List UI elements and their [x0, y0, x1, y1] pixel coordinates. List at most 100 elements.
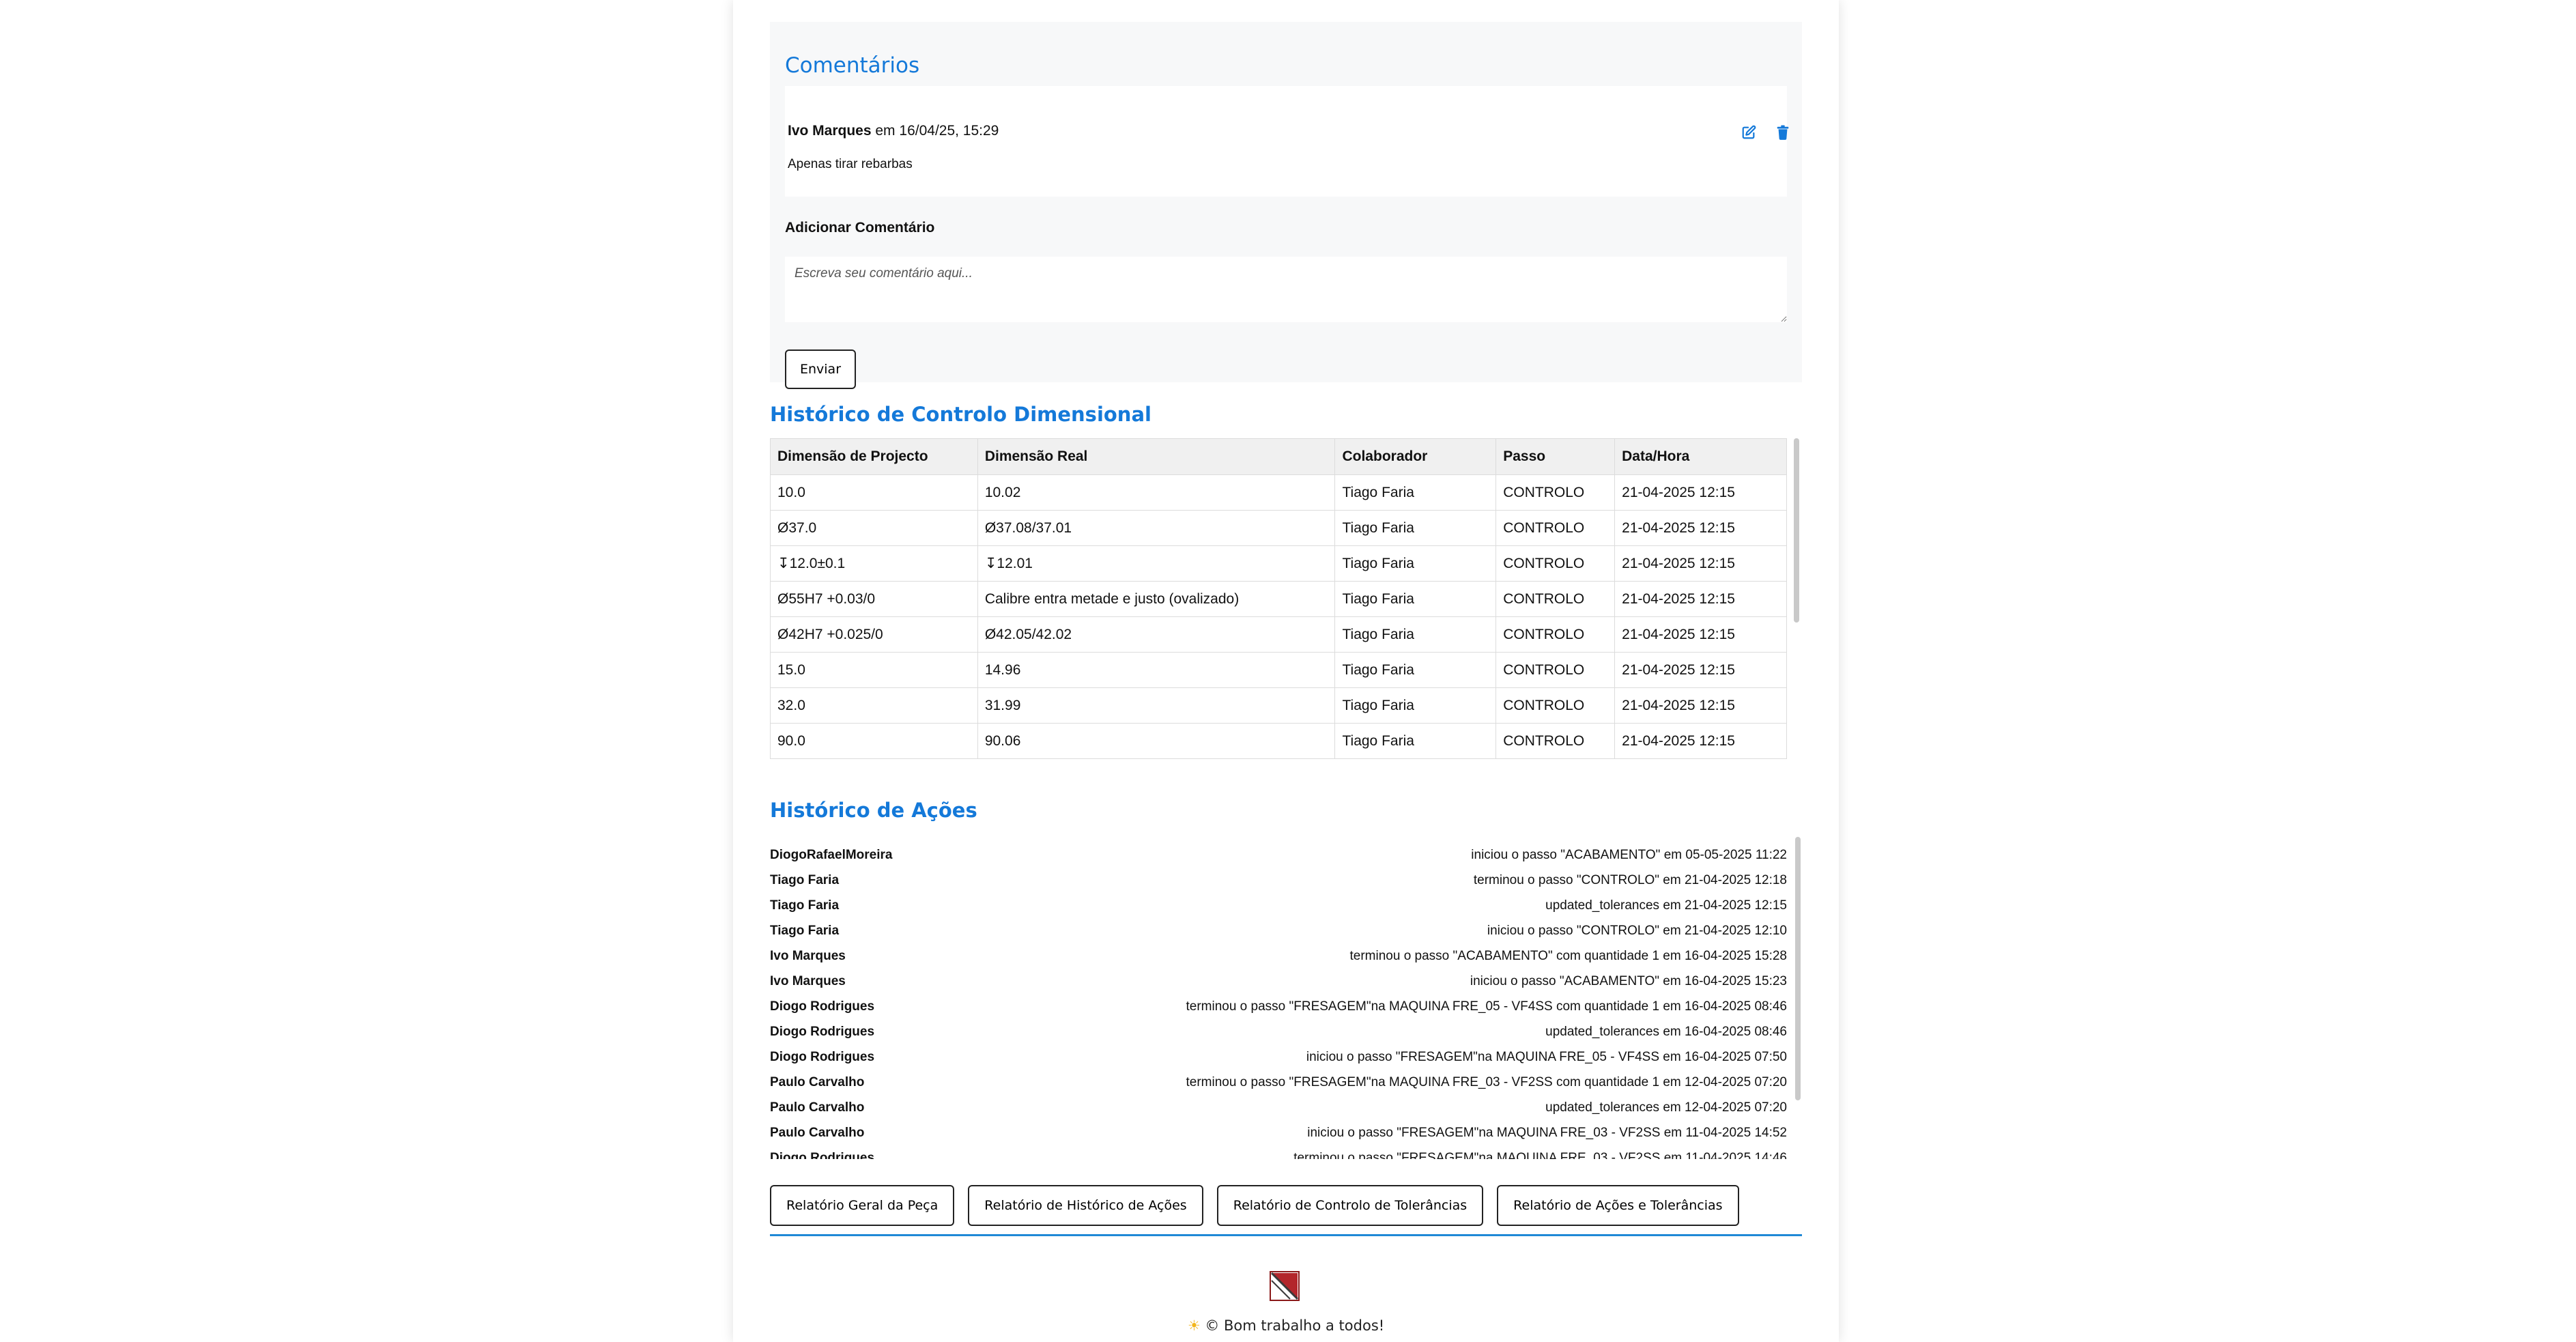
list-item: Diogo Rodrigues terminou o passo "FRESAGE…	[770, 1147, 1787, 1159]
table-cell: 21-04-2025 12:15	[1614, 687, 1787, 724]
comment-card: Ivo Marques em 16/04/25, 15:29 Apenas ti…	[785, 86, 1789, 197]
column-header: Dimensão de Projecto	[770, 438, 978, 475]
action-user: Ivo Marques	[770, 974, 846, 988]
actions-history-title: Histórico de Ações	[770, 799, 977, 822]
table-cell: 21-04-2025 12:15	[1614, 474, 1787, 511]
table-cell: 21-04-2025 12:15	[1614, 616, 1787, 653]
action-description: terminou o passo "FRESAGEM"na MAQUINA FR…	[1186, 1075, 1787, 1089]
action-description: terminou o passo "CONTROLO" em 21-04-202…	[1473, 873, 1787, 887]
table-cell: Calibre entra metade e justo (ovalizado)	[977, 581, 1336, 617]
sun-icon: ☀	[1187, 1317, 1201, 1334]
table-row: 10.0 10.02 Tiago Faria CONTROLO 21-04-20…	[770, 474, 1787, 511]
edit-icon[interactable]	[1739, 123, 1758, 142]
table-cell: CONTROLO	[1495, 510, 1616, 546]
actions-scrollbar[interactable]	[1795, 837, 1801, 1100]
action-description: updated_tolerances em 16-04-2025 08:46	[1545, 1025, 1787, 1039]
table-cell: CONTROLO	[1495, 723, 1616, 759]
comment-author: Ivo Marques	[788, 123, 872, 139]
table-row: Ø42H7 +0.025/0 Ø42.05/42.02 Tiago Faria …	[770, 616, 1787, 653]
list-item: Ivo Marques iniciou o passo "ACABAMENTO" …	[770, 970, 1787, 995]
table-cell: 32.0	[770, 687, 978, 724]
comments-panel: Comentários Ivo Marques em 16/04/25, 15:…	[770, 22, 1802, 389]
list-item: Paulo Carvalho updated_tolerances em 12-0…	[770, 1096, 1787, 1122]
table-cell: CONTROLO	[1495, 474, 1616, 511]
list-item: Paulo Carvalho terminou o passo "FRESAGEM…	[770, 1071, 1787, 1096]
tolerance-control-report-button[interactable]: Relatório de Controlo de Tolerâncias	[1216, 1185, 1484, 1226]
action-user: Tiago Faria	[770, 873, 840, 887]
action-user: Diogo Rodrigues	[770, 1025, 875, 1039]
action-description: iniciou o passo "FRESAGEM"na MAQUINA FRE…	[1306, 1050, 1787, 1064]
footer-divider	[770, 1234, 1802, 1236]
comment-text: Apenas tirar rebarbas	[788, 157, 913, 171]
table-cell: Tiago Faria	[1334, 510, 1497, 546]
action-user: Paulo Carvalho	[770, 1126, 865, 1140]
action-user: Diogo Rodrigues	[770, 1050, 875, 1064]
list-item: Tiago Faria iniciou o passo "CONTROLO" em…	[770, 919, 1787, 945]
table-cell: 31.99	[977, 687, 1336, 724]
comment-date: em 16/04/25, 15:29	[871, 123, 999, 139]
company-logo-icon	[1270, 1271, 1300, 1301]
action-user: Ivo Marques	[770, 949, 846, 963]
list-item: Paulo Carvalho iniciou o passo "FRESAGEM"…	[770, 1122, 1787, 1147]
action-description: updated_tolerances em 12-04-2025 07:20	[1545, 1100, 1787, 1115]
table-cell: Tiago Faria	[1334, 474, 1497, 511]
action-user: Paulo Carvalho	[770, 1075, 865, 1089]
action-user: Tiago Faria	[770, 898, 840, 913]
trash-icon[interactable]	[1773, 123, 1792, 142]
table-cell: Ø55H7 +0.03/0	[770, 581, 978, 617]
list-item: Diogo Rodrigues terminou o passo "FRESAGE…	[770, 995, 1787, 1020]
page-container: Comentários Ivo Marques em 16/04/25, 15:…	[733, 0, 1839, 1342]
action-description: terminou o passo "FRESAGEM"na MAQUINA FR…	[1293, 1151, 1787, 1159]
action-user: DiogoRafaelMoreira	[770, 848, 893, 862]
table-cell: 14.96	[977, 652, 1336, 688]
action-description: updated_tolerances em 21-04-2025 12:15	[1545, 898, 1787, 913]
comment-meta: Ivo Marques em 16/04/25, 15:29	[788, 123, 999, 139]
table-cell: Tiago Faria	[1334, 687, 1497, 724]
action-user: Diogo Rodrigues	[770, 1151, 875, 1159]
table-row: ↧12.0±0.1 ↧12.01 Tiago Faria CONTROLO 21…	[770, 545, 1787, 582]
table-cell: CONTROLO	[1495, 687, 1616, 724]
list-item: Tiago Faria updated_tolerances em 21-04-2…	[770, 894, 1787, 919]
action-user: Diogo Rodrigues	[770, 999, 875, 1014]
dimensional-table: Dimensão de Projecto Dimensão Real Colab…	[770, 438, 1787, 759]
list-item: Diogo Rodrigues iniciou o passo "FRESAGEM…	[770, 1046, 1787, 1071]
table-cell: 15.0	[770, 652, 978, 688]
table-scrollbar[interactable]	[1794, 438, 1799, 623]
action-description: terminou o passo "FRESAGEM"na MAQUINA FR…	[1186, 999, 1787, 1014]
dimensional-table-container: Dimensão de Projecto Dimensão Real Colab…	[770, 438, 1802, 759]
dimensional-history-title: Histórico de Controlo Dimensional	[770, 403, 1151, 426]
send-button[interactable]: Enviar	[785, 349, 856, 389]
action-description: iniciou o passo "ACABAMENTO" em 05-05-20…	[1471, 848, 1787, 862]
general-report-button[interactable]: Relatório Geral da Peça	[770, 1185, 955, 1226]
action-user: Paulo Carvalho	[770, 1100, 865, 1115]
table-cell: CONTROLO	[1495, 652, 1616, 688]
action-user: Tiago Faria	[770, 924, 840, 938]
action-description: terminou o passo "ACABAMENTO" com quanti…	[1349, 949, 1788, 963]
comment-textarea[interactable]	[785, 257, 1787, 322]
table-cell: 21-04-2025 12:15	[1614, 581, 1787, 617]
table-cell: 21-04-2025 12:15	[1614, 723, 1787, 759]
column-header: Colaborador	[1334, 438, 1497, 475]
table-row: Ø37.0 Ø37.08/37.01 Tiago Faria CONTROLO …	[770, 510, 1787, 546]
actions-list: DiogoRafaelMoreira iniciou o passo "ACABA…	[770, 844, 1787, 1159]
list-item: Tiago Faria terminou o passo "CONTROLO" e…	[770, 869, 1787, 894]
table-cell: 90.06	[977, 723, 1336, 759]
table-cell: Tiago Faria	[1334, 581, 1497, 617]
table-cell: Ø42.05/42.02	[977, 616, 1336, 653]
actions-tolerances-report-button[interactable]: Relatório de Ações e Tolerâncias	[1497, 1185, 1739, 1226]
footer-text: © Bom trabalho a todos!	[1205, 1317, 1385, 1334]
actions-history-report-button[interactable]: Relatório de Histórico de Ações	[968, 1185, 1203, 1226]
table-cell: CONTROLO	[1495, 581, 1616, 617]
table-cell: Ø37.0	[770, 510, 978, 546]
table-cell: Tiago Faria	[1334, 616, 1497, 653]
table-cell: 10.02	[977, 474, 1336, 511]
table-cell: 21-04-2025 12:15	[1614, 545, 1787, 582]
column-header: Passo	[1495, 438, 1616, 475]
table-cell: 90.0	[770, 723, 978, 759]
list-item: Ivo Marques terminou o passo "ACABAMENTO"…	[770, 945, 1787, 970]
table-cell: 21-04-2025 12:15	[1614, 510, 1787, 546]
report-buttons: Relatório Geral da Peça Relatório de His…	[770, 1185, 1739, 1226]
table-cell: CONTROLO	[1495, 616, 1616, 653]
add-comment-label: Adicionar Comentário	[785, 220, 935, 235]
table-cell: Ø42H7 +0.025/0	[770, 616, 978, 653]
